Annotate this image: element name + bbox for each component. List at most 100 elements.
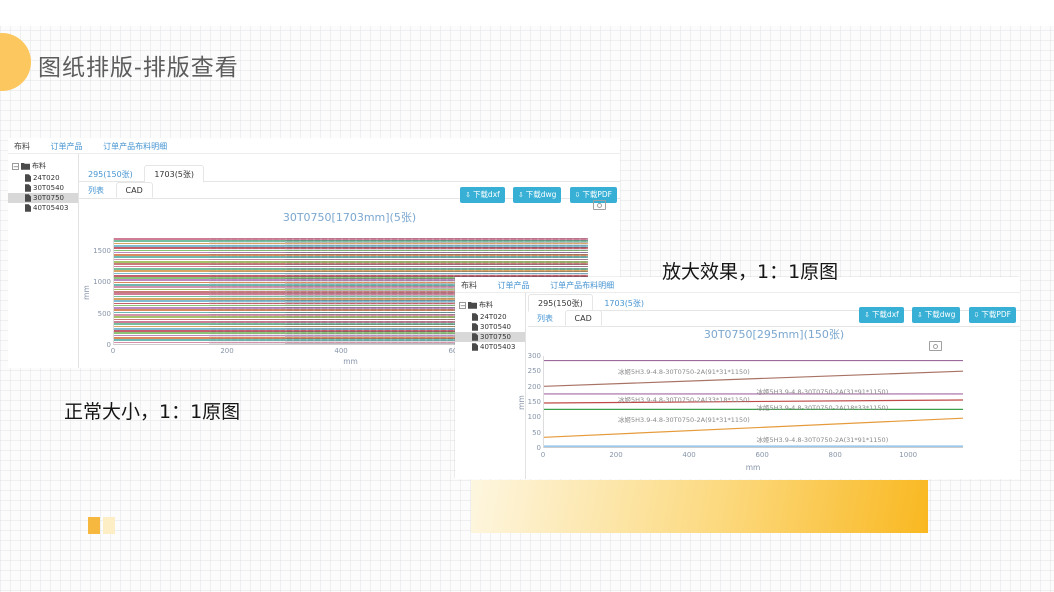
annotation-normal-size: 正常大小，1：1原图 bbox=[64, 397, 240, 424]
download-dwg-button[interactable]: 下载dwg bbox=[513, 187, 562, 203]
file-icon bbox=[25, 174, 31, 182]
y-tick-label: 250 bbox=[528, 367, 541, 375]
download-pdf-button[interactable]: 下载PDF bbox=[969, 307, 1017, 323]
y-tick-label: 150 bbox=[528, 398, 541, 406]
x-tick-label: 600 bbox=[755, 451, 768, 459]
download-icon bbox=[864, 310, 872, 319]
tab-295[interactable]: 295(150张) bbox=[79, 166, 142, 182]
piece-label: 冰姬5H3.9-4.8-30T0750-2A(91*31*1150) bbox=[618, 414, 750, 424]
panel2-content: 295(150张) 1703(5张) 列表 CAD 下载dxf 下载dwg 下载… bbox=[528, 293, 1020, 479]
tree-item-label: 30T0540 bbox=[33, 184, 64, 192]
decor-square-light bbox=[103, 517, 115, 534]
chart1-y-axis: 050010001500 bbox=[89, 238, 111, 345]
page-title: 图纸排版-排版查看 bbox=[38, 48, 239, 82]
y-tick-label: 50 bbox=[532, 429, 541, 437]
fabric-tree: 布料 24T020 30T0540 30T0750 40T05403 bbox=[455, 293, 526, 479]
app-screenshot-zoomed: 布料 订单产品 订单产品布料明细 布料 24T020 30T0540 30T07… bbox=[455, 277, 1020, 479]
file-icon bbox=[472, 343, 478, 351]
tree-root-label: 布料 bbox=[32, 161, 46, 171]
tree-item-24T020[interactable]: 24T020 bbox=[8, 173, 78, 183]
fabric-tree: 布料 24T020 30T0540 30T0750 40T05403 bbox=[8, 154, 79, 368]
collapse-icon[interactable] bbox=[12, 163, 19, 170]
tree-item-label: 40T05403 bbox=[33, 204, 68, 212]
dense-labels-overlay bbox=[209, 238, 285, 344]
highlight-bar bbox=[471, 480, 928, 533]
folder-icon bbox=[468, 301, 477, 309]
menu-item-order-product[interactable]: 订单产品 bbox=[51, 142, 83, 151]
chart2-y-axis: 050100150200250300 bbox=[528, 356, 541, 448]
x-tick-label: 1000 bbox=[899, 451, 917, 459]
file-icon bbox=[25, 204, 31, 212]
tree-item-label: 30T0750 bbox=[33, 194, 64, 202]
tree-item-30T0540[interactable]: 30T0540 bbox=[455, 322, 525, 332]
chart1-y-label: mm bbox=[82, 285, 91, 300]
slide: 图纸排版-排版查看 布料 订单产品 订单产品布料明细 布料 24T020 30T… bbox=[0, 0, 1054, 592]
tree-item-24T020[interactable]: 24T020 bbox=[455, 312, 525, 322]
download-icon bbox=[917, 310, 925, 319]
x-tick-label: 400 bbox=[682, 451, 695, 459]
tree-root[interactable]: 布料 bbox=[12, 161, 76, 171]
tree-item-40T05403[interactable]: 40T05403 bbox=[455, 342, 525, 352]
tree-item-30T0540[interactable]: 30T0540 bbox=[8, 183, 78, 193]
file-icon bbox=[25, 184, 31, 192]
piece-label: 冰姬5H3.9-4.8-30T0750-2A(33*18*1150) bbox=[618, 394, 750, 404]
y-tick-label: 300 bbox=[528, 352, 541, 360]
menu-item-fabric[interactable]: 布料 bbox=[461, 281, 477, 290]
chart1-title: 30T0750[1703mm](5张) bbox=[79, 209, 620, 225]
top-strip bbox=[0, 0, 1054, 26]
x-tick-label: 400 bbox=[334, 347, 347, 355]
y-tick-label: 1000 bbox=[93, 278, 111, 286]
download-dwg-button[interactable]: 下载dwg bbox=[912, 307, 961, 323]
y-tick-label: 1500 bbox=[93, 247, 111, 255]
tab-list[interactable]: 列表 bbox=[79, 182, 113, 198]
tree-item-label: 40T05403 bbox=[480, 343, 515, 351]
piece-label: 冰姬5H3.9-4.8-30T0750-2A(18*33*1150) bbox=[756, 402, 888, 412]
piece-label: 冰姬5H3.9-4.8-30T0750-2A(31*91*1150) bbox=[756, 386, 888, 396]
tab-list[interactable]: 列表 bbox=[528, 310, 562, 326]
tab-1703[interactable]: 1703(5张) bbox=[144, 165, 204, 183]
menu-item-order-product-fabric-detail[interactable]: 订单产品布料明细 bbox=[550, 281, 614, 290]
title-accent-circle bbox=[0, 33, 31, 91]
download-dxf-button[interactable]: 下载dxf bbox=[460, 187, 505, 203]
x-tick-label: 0 bbox=[111, 347, 115, 355]
chart2-x-label: mm bbox=[543, 463, 963, 472]
tree-item-30T0750[interactable]: 30T0750 bbox=[8, 193, 78, 203]
top-menu: 布料 订单产品 订单产品布料明细 bbox=[8, 138, 620, 154]
tree-item-label: 30T0750 bbox=[480, 333, 511, 341]
menu-item-order-product-fabric-detail[interactable]: 订单产品布料明细 bbox=[103, 142, 167, 151]
folder-icon bbox=[21, 162, 30, 170]
chart2-y-label: mm bbox=[517, 395, 526, 410]
file-icon bbox=[472, 333, 478, 341]
menu-item-fabric[interactable]: 布料 bbox=[14, 142, 30, 151]
tree-item-30T0750[interactable]: 30T0750 bbox=[455, 332, 525, 342]
y-tick-label: 200 bbox=[528, 383, 541, 391]
save-image-icon[interactable] bbox=[929, 341, 942, 351]
tree-item-label: 30T0540 bbox=[480, 323, 511, 331]
chart2-title: 30T0750[295mm](150张) bbox=[528, 326, 1020, 342]
width-tabs: 295(150张) 1703(5张) bbox=[79, 165, 620, 182]
x-tick-label: 800 bbox=[828, 451, 841, 459]
x-tick-label: 0 bbox=[541, 451, 545, 459]
menu-item-order-product[interactable]: 订单产品 bbox=[498, 281, 530, 290]
tree-root[interactable]: 布料 bbox=[459, 300, 523, 310]
piece-label: 冰姬5H3.9-4.8-30T0750-2A(91*31*1150) bbox=[618, 366, 750, 376]
tree-item-40T05403[interactable]: 40T05403 bbox=[8, 203, 78, 213]
cut-lines bbox=[544, 356, 963, 447]
file-icon bbox=[472, 323, 478, 331]
file-icon bbox=[25, 194, 31, 202]
download-icon bbox=[465, 190, 473, 199]
chart2-x-axis: 0 200 400 600 800 1000 bbox=[543, 451, 963, 460]
annotation-zoom-effect: 放大效果，1：1原图 bbox=[662, 257, 838, 284]
piece-label: 冰姬5H3.9-4.8-30T0750-2A(31*91*1150) bbox=[756, 434, 888, 444]
file-icon bbox=[472, 313, 478, 321]
chart2-plot-area: 冰姬5H3.9-4.8-30T0750-2A(91*31*1150) 冰姬5H3.… bbox=[543, 356, 963, 448]
y-tick-label: 100 bbox=[528, 413, 541, 421]
tab-cad[interactable]: CAD bbox=[116, 182, 153, 198]
tab-cad[interactable]: CAD bbox=[565, 310, 602, 326]
tab-1703[interactable]: 1703(5张) bbox=[595, 295, 653, 311]
x-tick-label: 200 bbox=[609, 451, 622, 459]
collapse-icon[interactable] bbox=[459, 302, 466, 309]
tree-item-label: 24T020 bbox=[33, 174, 60, 182]
tree-root-label: 布料 bbox=[479, 300, 493, 310]
download-dxf-button[interactable]: 下载dxf bbox=[859, 307, 904, 323]
